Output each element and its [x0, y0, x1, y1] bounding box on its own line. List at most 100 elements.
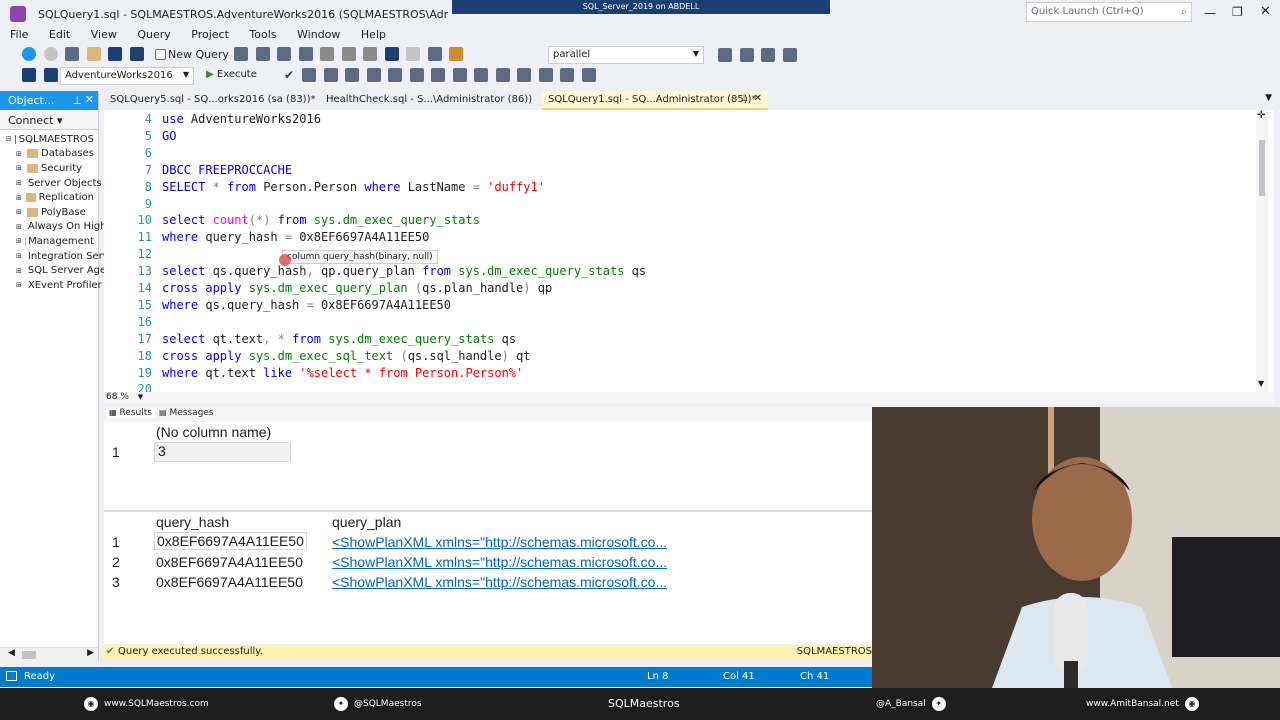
results-to-file-icon[interactable] [474, 68, 488, 82]
connect-button[interactable]: Connect ▾ [8, 114, 63, 127]
properties-toolbar-icons[interactable] [716, 48, 799, 62]
collapse-icon[interactable]: ⊟ [6, 135, 12, 143]
grid2-hash-cell[interactable]: 0x8EF6697A4A11EE50 [156, 574, 303, 590]
tree-item[interactable]: ⊞ Security [4, 161, 94, 176]
expand-icon[interactable]: ⊞ [16, 194, 23, 202]
code-line[interactable]: cross apply sys.dm_exec_query_plan (qs.p… [162, 281, 552, 295]
query-editor[interactable]: 4 use AdventureWorks2016 5 GO 6 7 DBCC FREEPRO… [104, 110, 1274, 392]
code-line[interactable]: GO [162, 129, 176, 143]
footer-twitter1[interactable]: ✦ @SQLMaestros [334, 697, 422, 711]
increase-indent-icon[interactable] [560, 68, 574, 82]
live-stats-icon[interactable] [388, 68, 402, 82]
grid2-plan-link[interactable]: <ShowPlanXML xmlns="http://schemas.micro… [332, 574, 667, 590]
search-combo[interactable]: parallel ▼ [548, 46, 704, 64]
tree-item[interactable]: ⊞ Server Objects [4, 176, 102, 191]
tree-item[interactable]: ⊞ Databases [4, 147, 94, 162]
expand-icon[interactable]: ⊞ [16, 164, 24, 172]
undo-icon[interactable] [384, 47, 399, 61]
comment-icon[interactable] [495, 68, 510, 82]
mdx-query-icon[interactable] [234, 47, 249, 61]
specify-values-icon[interactable] [581, 68, 596, 82]
restore-button[interactable]: ❐ [1232, 5, 1243, 19]
scroll-down-icon[interactable]: ▼ [1258, 379, 1264, 388]
new-project-icon[interactable] [65, 47, 79, 61]
pin-icon[interactable]: ⊥ [72, 94, 82, 107]
results-to-grid-icon[interactable] [452, 68, 467, 82]
client-stats-icon[interactable] [409, 68, 424, 82]
new-query-button[interactable]: New Query [153, 48, 229, 61]
menu-project[interactable]: Project [191, 28, 229, 41]
open-file-icon[interactable] [86, 47, 101, 61]
expand-icon[interactable]: ⊞ [16, 150, 24, 158]
redo-icon[interactable] [406, 47, 421, 61]
quick-launch-box[interactable]: Quick Launch (Ctrl+Q) ⌕ [1026, 2, 1192, 22]
wrench-icon[interactable] [739, 48, 754, 62]
das-query-icon[interactable] [298, 47, 313, 61]
horizontal-scrollbar[interactable]: ◀ ▶ [0, 647, 98, 661]
copy-icon[interactable] [341, 47, 356, 61]
tab-messages[interactable]: ▤ Messages [156, 408, 217, 418]
menu-view[interactable]: View [91, 28, 117, 41]
tab-overflow-icon[interactable]: ▼ [1265, 93, 1272, 103]
tab-sqlquery5[interactable]: SQLQuery5.sql - SQ...orks2016 (sa (83))* [104, 91, 321, 110]
scroll-right-icon[interactable]: ▶ [87, 648, 94, 658]
expand-icon[interactable]: ⊞ [16, 223, 22, 231]
expand-icon[interactable]: ⊞ [16, 252, 22, 260]
footer-twitter2[interactable]: @A_Bansal ✦ [876, 697, 946, 711]
decrease-indent-icon[interactable] [538, 68, 553, 82]
tree-item[interactable]: ⊞ XEvent Profiler [4, 278, 102, 293]
footer-site2[interactable]: www.AmitBansal.net ◉ [1086, 697, 1199, 711]
uncomment-icon[interactable] [517, 68, 531, 82]
pin-icon[interactable]: ⊥ [740, 94, 748, 104]
tree-item[interactable]: ⊞ Always On High Availability [4, 220, 164, 235]
zoom-level[interactable]: 68 % [106, 392, 129, 402]
cut-icon[interactable] [320, 47, 335, 61]
connect-icon[interactable] [22, 68, 36, 82]
results-to-text-icon[interactable] [431, 68, 445, 82]
display-plan-icon[interactable] [302, 68, 316, 82]
database-combo[interactable]: AdventureWorks2016 ▼ [60, 67, 194, 85]
close-button[interactable]: ✕ [1260, 4, 1271, 19]
expand-icon[interactable]: ⊞ [16, 208, 24, 216]
options-icon[interactable] [782, 48, 797, 62]
menu-file[interactable]: File [10, 28, 28, 41]
parse-icon[interactable]: ✔ [284, 68, 294, 82]
tree-item[interactable]: ⊞ SQL Server Agent [4, 263, 116, 278]
expand-icon[interactable]: ⊞ [16, 281, 22, 289]
tab-results[interactable]: ▦ Results [106, 408, 155, 418]
save-all-icon[interactable] [129, 47, 144, 61]
code-line[interactable]: cross apply sys.dm_exec_sql_text (qs.sql… [162, 349, 531, 363]
paste-icon[interactable] [363, 47, 378, 61]
tab-sqlquery1[interactable]: SQLQuery1.sql - SQ...Administrator (85))… [542, 91, 768, 110]
code-line[interactable]: where query_hash = 0x8EF6697A4A11EE50 [162, 230, 429, 244]
scroll-thumb[interactable] [22, 651, 36, 659]
grid-splitter[interactable] [104, 510, 872, 512]
intellisense-icon[interactable] [345, 68, 359, 82]
expand-icon[interactable]: ⊞ [16, 267, 22, 275]
chevron-down-icon[interactable]: ▼ [138, 393, 143, 401]
change-connection-icon[interactable] [43, 68, 58, 82]
close-tab-icon[interactable]: ✕ [754, 93, 762, 104]
code-line[interactable]: use AdventureWorks2016 [162, 112, 321, 126]
code-line[interactable]: select qt.text, * from sys.dm_exec_query… [162, 332, 516, 346]
tree-item[interactable]: ⊞ Management [4, 234, 94, 249]
toolbox-icon[interactable] [761, 48, 775, 62]
editor-vertical-scrollbar[interactable]: ✛ ▼ [1256, 110, 1268, 392]
code-line[interactable]: DBCC FREEPROCCACHE [162, 163, 292, 177]
grid2-plan-link[interactable]: <ShowPlanXML xmlns="http://schemas.micro… [332, 534, 667, 550]
execute-button[interactable]: ▶ Execute [206, 69, 257, 80]
tree-item[interactable]: ⊞ Integration Services [4, 249, 128, 264]
include-plan-icon[interactable] [366, 68, 381, 82]
grid2-hash-cell[interactable]: 0x8EF6697A4A11EE50 [154, 532, 307, 550]
code-line[interactable]: SELECT * from Person.Person where LastNa… [162, 180, 545, 194]
close-icon[interactable]: ✕ [85, 93, 94, 106]
menu-query[interactable]: Query [137, 28, 170, 41]
xmla-query-icon[interactable] [277, 47, 292, 61]
search-icon[interactable]: ⌕ [1181, 5, 1187, 19]
footer-site1[interactable]: ◉ www.SQLMaestros.com [84, 697, 209, 711]
tab-healthcheck[interactable]: HealthCheck.sql - S...\Administrator (86… [320, 91, 538, 110]
expand-icon[interactable]: ⊞ [16, 237, 22, 245]
query-designer-icon[interactable] [323, 68, 338, 82]
grid2-plan-link[interactable]: <ShowPlanXML xmlns="http://schemas.micro… [332, 554, 667, 570]
tree-item[interactable]: ⊞ Replication [4, 190, 94, 205]
